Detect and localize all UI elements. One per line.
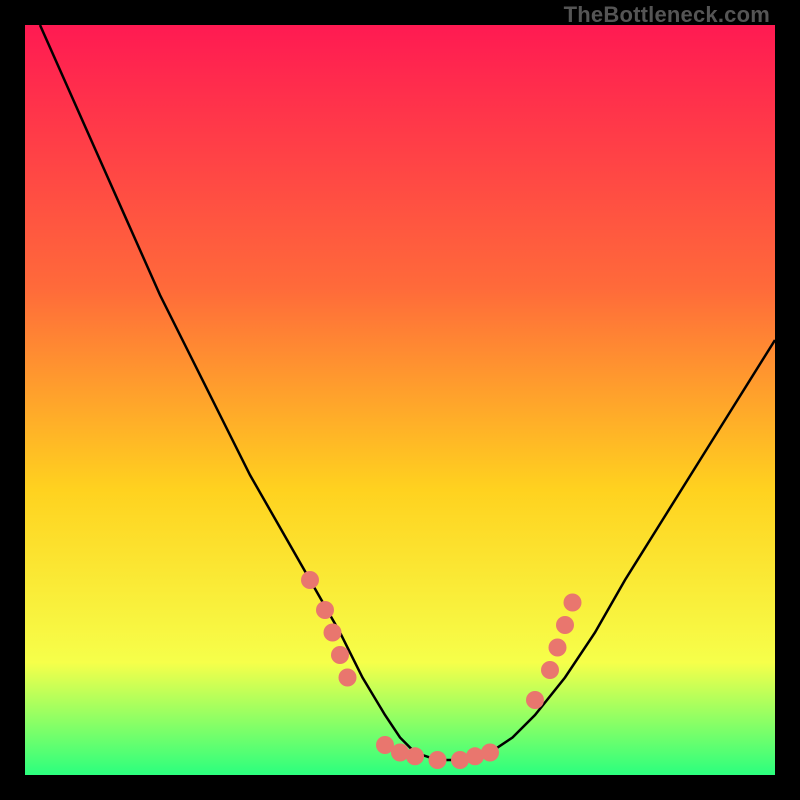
gradient-background [25, 25, 775, 775]
data-marker [324, 624, 342, 642]
data-marker [481, 744, 499, 762]
data-marker [549, 639, 567, 657]
data-marker [556, 616, 574, 634]
data-marker [451, 751, 469, 769]
bottleneck-chart [25, 25, 775, 775]
data-marker [429, 751, 447, 769]
data-marker [316, 601, 334, 619]
chart-frame [25, 25, 775, 775]
data-marker [406, 747, 424, 765]
data-marker [564, 594, 582, 612]
data-marker [466, 747, 484, 765]
data-marker [526, 691, 544, 709]
data-marker [391, 744, 409, 762]
data-marker [301, 571, 319, 589]
data-marker [541, 661, 559, 679]
data-marker [339, 669, 357, 687]
data-marker [331, 646, 349, 664]
